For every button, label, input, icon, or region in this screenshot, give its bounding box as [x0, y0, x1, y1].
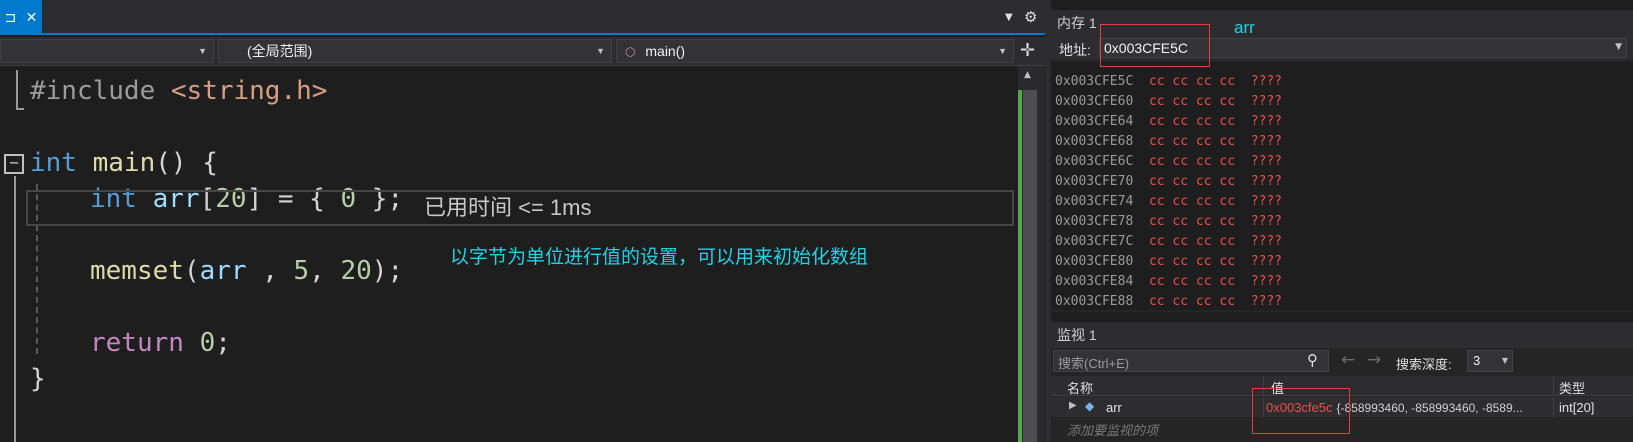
memory-row[interactable]: 0x003CFE5C cc cc cc cc ???? [1055, 74, 1282, 89]
memory-row[interactable]: 0x003CFE80 cc cc cc cc ???? [1055, 254, 1282, 269]
variable-icon: ◆ [1085, 399, 1095, 413]
column-divider [1553, 397, 1554, 417]
chevron-down-icon[interactable]: ▼ [1615, 42, 1622, 52]
watch-search-input[interactable]: 搜索(Ctrl+E) ⚲ [1053, 350, 1329, 372]
project-combo[interactable]: ▼ [0, 39, 214, 63]
depth-select[interactable]: 3 ▼ [1467, 350, 1513, 372]
outline-guide [14, 176, 16, 442]
code-line-6: } [30, 364, 46, 394]
memory-row[interactable]: 0x003CFE70 cc cc cc cc ???? [1055, 174, 1282, 189]
outline-guide [16, 70, 18, 110]
depth-value: 3 [1473, 353, 1481, 368]
editor-tab[interactable]: ⊐ ✕ [0, 0, 42, 35]
memory-row[interactable]: 0x003CFE64 cc cc cc cc ???? [1055, 114, 1282, 129]
outline-guide [16, 108, 24, 110]
annotation-text: 以字节为单位进行值的设置，可以用来初始化数组 [450, 247, 869, 268]
scrollbar-thumb[interactable] [1023, 90, 1037, 442]
code-line-4: memset(arr , 5, 20); [90, 256, 404, 286]
expand-icon[interactable]: ▶ [1069, 400, 1077, 411]
address-label: 地址: [1059, 42, 1091, 58]
code-line-5: return 0; [90, 328, 231, 358]
watch-title: 监视 1 [1051, 322, 1633, 348]
navigation-bar: ▼ (全局范围) ▼ ⬡ main() ▼ ✛ [0, 37, 1045, 66]
chevron-down-icon: ▼ [596, 46, 605, 56]
search-placeholder: 搜索(Ctrl+E) [1058, 356, 1130, 371]
dropdown-arrow-icon[interactable]: ▼ [1005, 12, 1013, 23]
function-combo[interactable]: ⬡ main() ▼ [616, 39, 1014, 63]
watch-row-name: arr [1106, 400, 1122, 415]
memory-row[interactable]: 0x003CFE74 cc cc cc cc ???? [1055, 194, 1282, 209]
forward-arrow-icon[interactable]: → [1367, 350, 1381, 370]
chevron-down-icon: ▼ [198, 46, 207, 56]
editor-tab-bar: ⊐ ✕ ▼ ⚙ [0, 0, 1045, 35]
chevron-down-icon: ▼ [1501, 356, 1508, 365]
code-line-2: int main() { [30, 148, 218, 178]
gear-icon[interactable]: ⚙ [1024, 8, 1037, 26]
highlight-box [1252, 388, 1350, 434]
back-arrow-icon[interactable]: ← [1341, 350, 1355, 370]
split-icon[interactable]: ✛ [1020, 40, 1035, 61]
close-icon[interactable]: ✕ [26, 10, 38, 26]
memory-row[interactable]: 0x003CFE78 cc cc cc cc ???? [1055, 214, 1282, 229]
scroll-up-icon[interactable]: ▲ [1024, 70, 1031, 80]
change-bar [1018, 90, 1022, 442]
method-icon: ⬡ [625, 45, 636, 59]
memory-row[interactable]: 0x003CFE7C cc cc cc cc ???? [1055, 234, 1282, 249]
memory-row[interactable]: 0x003CFE88 cc cc cc cc ???? [1055, 294, 1282, 309]
function-label: main() [645, 43, 686, 59]
highlight-box [1100, 24, 1210, 67]
depth-label: 搜索深度: [1396, 357, 1452, 372]
collapse-icon[interactable]: − [4, 154, 24, 174]
watch-row-type: int[20] [1559, 400, 1595, 415]
elapsed-time-hint: 已用时间 <= 1ms [424, 195, 592, 220]
column-name[interactable]: 名称 [1067, 378, 1093, 397]
scope-label: (全局范围) [247, 43, 313, 59]
memory-row[interactable]: 0x003CFE60 cc cc cc cc ???? [1055, 94, 1282, 109]
add-item-placeholder[interactable]: 添加要监视的项 [1067, 420, 1158, 436]
code-line-1: #include <string.h> [30, 76, 328, 106]
column-divider [1553, 376, 1554, 396]
memory-annotation: arr [1234, 18, 1255, 37]
search-icon[interactable]: ⚲ [1307, 351, 1318, 369]
column-type[interactable]: 类型 [1559, 378, 1585, 397]
memory-row[interactable]: 0x003CFE68 cc cc cc cc ???? [1055, 134, 1282, 149]
memory-row[interactable]: 0x003CFE84 cc cc cc cc ???? [1055, 274, 1282, 289]
chevron-down-icon: ▼ [998, 46, 1007, 56]
value-contents: {-858993460, -858993460, -8589... [1336, 401, 1523, 415]
memory-row[interactable]: 0x003CFE6C cc cc cc cc ???? [1055, 154, 1282, 169]
scope-combo[interactable]: (全局范围) ▼ [218, 39, 612, 63]
pin-icon[interactable]: ⊐ [5, 10, 17, 26]
